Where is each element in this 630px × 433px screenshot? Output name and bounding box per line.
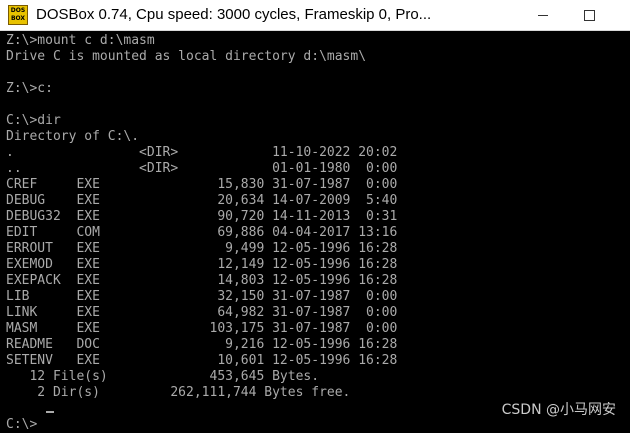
file-entry: DEBUG32 EXE 90,720 14-11-2013 0:31 <box>6 209 398 224</box>
file-entry: EDIT COM 69,886 04-04-2017 13:16 <box>6 225 398 240</box>
file-entry: SETENV EXE 10,601 12-05-1996 16:28 <box>6 353 398 368</box>
dir-entry: . <DIR> 11-10-2022 20:02 <box>6 145 398 160</box>
console-line: Drive C is mounted as local directory d:… <box>6 49 367 64</box>
dos-console-output[interactable]: Z:\>mount c d:\masm Drive C is mounted as… <box>6 33 626 432</box>
file-summary: 12 File(s) 453,645 Bytes. <box>6 369 320 384</box>
maximize-icon <box>583 9 595 21</box>
file-entry: README DOC 9,216 12-05-1996 16:28 <box>6 337 398 352</box>
console-line: C:\>dir <box>6 113 61 128</box>
text-cursor <box>46 411 54 413</box>
file-entry: EXEPACK EXE 14,803 12-05-1996 16:28 <box>6 273 398 288</box>
watermark: CSDN @小马网安 <box>501 402 616 418</box>
file-entry: CREF EXE 15,830 31-07-1987 0:00 <box>6 177 398 192</box>
maximize-button[interactable] <box>566 0 612 30</box>
dir-entry: .. <DIR> 01-01-1980 0:00 <box>6 161 398 176</box>
file-entry: EXEMOD EXE 12,149 12-05-1996 16:28 <box>6 257 398 272</box>
console-line: Directory of C:\. <box>6 129 140 144</box>
file-entry: DEBUG EXE 20,634 14-07-2009 5:40 <box>6 193 398 208</box>
title-bar: DOS BOX DOSBox 0.74, Cpu speed: 3000 cycl… <box>0 0 630 31</box>
file-entry: MASM EXE 103,175 31-07-1987 0:00 <box>6 321 398 336</box>
dosbox-app-icon[interactable]: DOS BOX <box>8 5 28 25</box>
window-title: DOSBox 0.74, Cpu speed: 3000 cycles, Fra… <box>36 6 432 23</box>
minimize-icon <box>538 14 548 16</box>
file-entry: LIB EXE 32,150 31-07-1987 0:00 <box>6 289 398 304</box>
command-prompt[interactable]: C:\> <box>6 417 626 433</box>
console-line: Z:\>c: <box>6 81 53 96</box>
console-line: Z:\>mount c d:\masm <box>6 33 155 48</box>
file-entry: ERROUT EXE 9,499 12-05-1996 16:28 <box>6 241 398 256</box>
file-entry: LINK EXE 64,982 31-07-1987 0:00 <box>6 305 398 320</box>
minimize-button[interactable] <box>520 0 566 30</box>
